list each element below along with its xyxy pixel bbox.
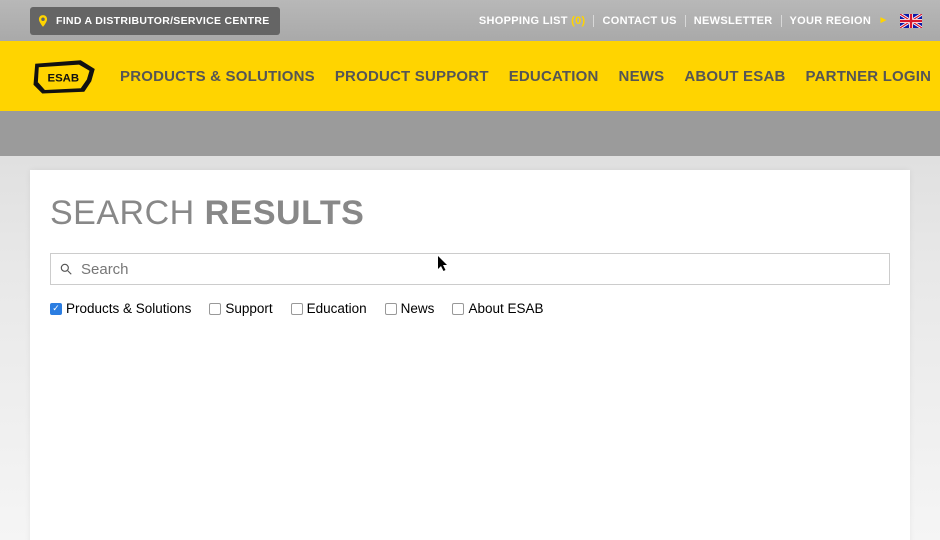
shopping-list-count: (0) — [571, 15, 585, 27]
checkbox-icon — [385, 303, 397, 315]
utility-links: SHOPPING LIST (0) CONTACT US NEWSLETTER … — [471, 14, 930, 28]
filter-products-solutions[interactable]: ✓ Products & Solutions — [50, 301, 191, 316]
search-filters: ✓ Products & Solutions Support Education… — [50, 301, 890, 316]
content-card: SEARCH RESULTS ✓ Products & Solutions Su… — [30, 170, 910, 540]
region-selector[interactable]: YOUR REGION ► — [782, 14, 930, 28]
search-box[interactable] — [50, 253, 890, 285]
nav-products-solutions[interactable]: PRODUCTS & SOLUTIONS — [110, 68, 325, 85]
nav-education[interactable]: EDUCATION — [499, 68, 609, 85]
shopping-list-link[interactable]: SHOPPING LIST (0) — [471, 15, 595, 27]
filter-education[interactable]: Education — [291, 301, 367, 316]
contact-us-link[interactable]: CONTACT US — [594, 15, 685, 27]
checkbox-icon — [452, 303, 464, 315]
checkbox-icon — [209, 303, 221, 315]
checkbox-icon: ✓ — [50, 303, 62, 315]
filter-about-esab[interactable]: About ESAB — [452, 301, 543, 316]
esab-logo[interactable]: ESAB — [30, 55, 100, 97]
search-icon — [59, 262, 73, 276]
chevron-right-icon: ► — [878, 15, 888, 26]
uk-flag-icon — [900, 14, 922, 28]
search-input[interactable] — [81, 261, 881, 278]
newsletter-link[interactable]: NEWSLETTER — [686, 15, 782, 27]
nav-news[interactable]: NEWS — [609, 68, 675, 85]
find-distributor-label: FIND A DISTRIBUTOR/SERVICE CENTRE — [56, 15, 270, 27]
nav-product-support[interactable]: PRODUCT SUPPORT — [325, 68, 499, 85]
map-pin-icon — [36, 12, 50, 30]
filter-support[interactable]: Support — [209, 301, 272, 316]
checkbox-icon — [291, 303, 303, 315]
utility-bar: FIND A DISTRIBUTOR/SERVICE CENTRE SHOPPI… — [0, 0, 940, 41]
find-distributor-button[interactable]: FIND A DISTRIBUTOR/SERVICE CENTRE — [30, 7, 280, 35]
main-nav: ESAB PRODUCTS & SOLUTIONS PRODUCT SUPPOR… — [0, 41, 940, 111]
svg-text:ESAB: ESAB — [48, 72, 80, 84]
nav-about-esab[interactable]: ABOUT ESAB — [674, 68, 795, 85]
nav-partner-login[interactable]: PARTNER LOGIN — [796, 68, 940, 85]
page-title: SEARCH RESULTS — [50, 194, 890, 233]
hero-strip — [0, 111, 940, 156]
filter-news[interactable]: News — [385, 301, 435, 316]
